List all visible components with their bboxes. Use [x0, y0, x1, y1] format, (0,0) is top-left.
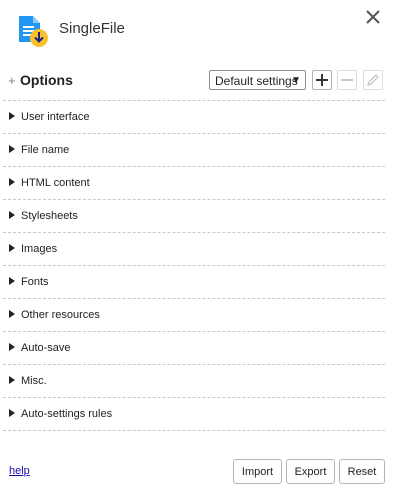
- section-auto-save[interactable]: Auto-save: [3, 332, 385, 365]
- expand-triangle-icon: [9, 409, 15, 417]
- section-user-interface[interactable]: User interface: [3, 101, 385, 134]
- section-label: User interface: [21, 111, 90, 123]
- section-stylesheets[interactable]: Stylesheets: [3, 200, 385, 233]
- reset-button[interactable]: Reset: [339, 459, 385, 484]
- section-other-resources[interactable]: Other resources: [3, 299, 385, 332]
- expand-triangle-icon: [9, 310, 15, 318]
- minus-icon: [341, 79, 353, 81]
- options-title: Options: [20, 72, 73, 88]
- section-fonts[interactable]: Fonts: [3, 266, 385, 299]
- expand-triangle-icon: [9, 211, 15, 219]
- dropdown-arrow-icon: ▼: [291, 75, 301, 86]
- singlefile-logo-icon: [19, 16, 48, 47]
- expand-triangle-icon: [9, 343, 15, 351]
- expand-triangle-icon: [9, 244, 15, 252]
- section-label: Misc.: [21, 375, 47, 387]
- close-icon[interactable]: [363, 7, 383, 27]
- delete-profile-button[interactable]: [337, 70, 357, 90]
- section-label: HTML content: [21, 177, 90, 189]
- expand-triangle-icon: [9, 145, 15, 153]
- import-button[interactable]: Import: [233, 459, 282, 484]
- options-sections: User interface File name HTML content St…: [0, 101, 395, 431]
- add-profile-button[interactable]: [312, 70, 332, 90]
- plus-icon: [316, 74, 328, 86]
- rename-profile-button[interactable]: [363, 70, 383, 90]
- section-misc[interactable]: Misc.: [3, 365, 385, 398]
- section-label: Stylesheets: [21, 210, 78, 222]
- export-button[interactable]: Export: [286, 459, 335, 484]
- profile-select[interactable]: Default settings ▼: [209, 70, 306, 90]
- section-label: Auto-settings rules: [21, 408, 113, 420]
- section-images[interactable]: Images: [3, 233, 385, 266]
- expand-triangle-icon: [9, 376, 15, 384]
- options-bar: + Options Default settings ▼: [0, 68, 395, 96]
- options-expand-toggle[interactable]: +: [8, 73, 16, 88]
- expand-triangle-icon: [9, 178, 15, 186]
- section-label: Auto-save: [21, 342, 71, 354]
- popup-header: SingleFile: [0, 0, 395, 62]
- section-label: Images: [21, 243, 58, 255]
- section-html-content[interactable]: HTML content: [3, 167, 385, 200]
- profile-select-value: Default settings: [215, 74, 298, 88]
- section-label: File name: [21, 144, 70, 156]
- expand-triangle-icon: [9, 277, 15, 285]
- section-label: Other resources: [21, 309, 100, 321]
- section-auto-settings-rules[interactable]: Auto-settings rules: [3, 398, 385, 431]
- pencil-icon: [366, 74, 379, 87]
- app-title: SingleFile: [59, 20, 125, 37]
- section-file-name[interactable]: File name: [3, 134, 385, 167]
- expand-triangle-icon: [9, 112, 15, 120]
- help-link[interactable]: help: [9, 465, 30, 477]
- section-label: Fonts: [21, 276, 49, 288]
